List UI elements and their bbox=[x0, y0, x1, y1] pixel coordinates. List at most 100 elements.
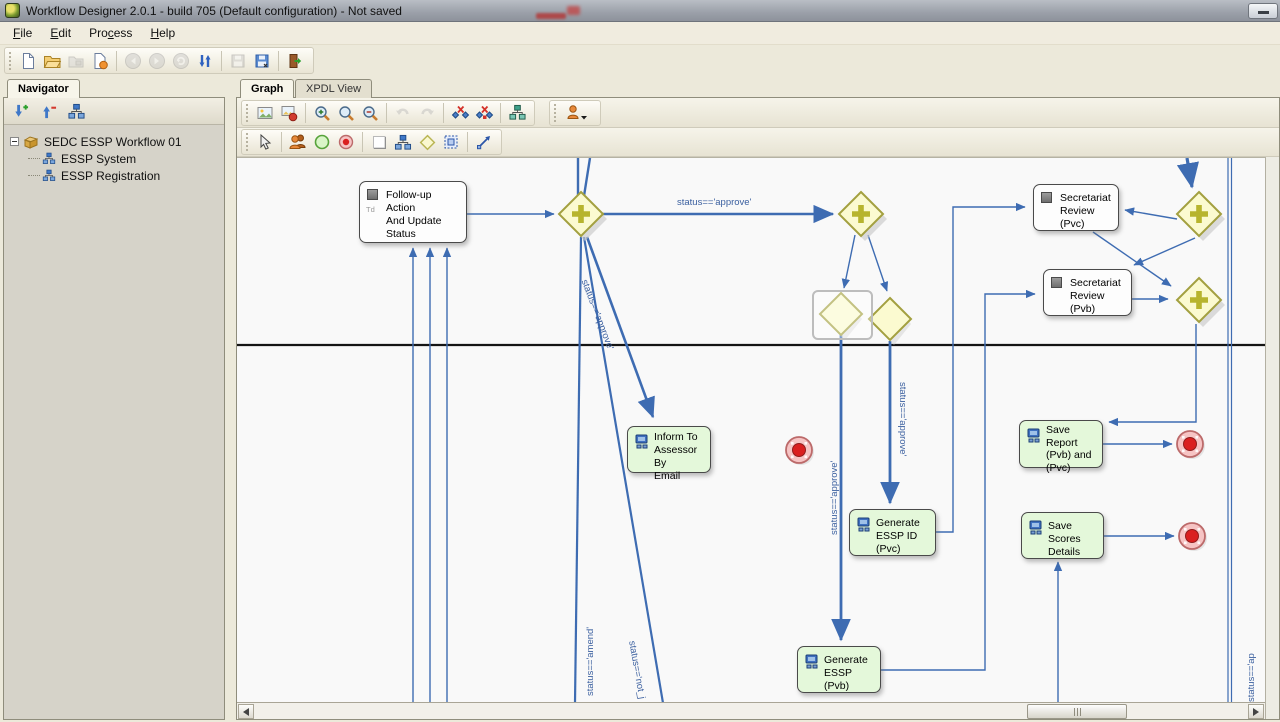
collapse-expander-icon[interactable] bbox=[10, 137, 19, 146]
tab-graph-label: Graph bbox=[251, 83, 283, 95]
menu-bar: File Edit Process Help bbox=[0, 22, 1280, 45]
gateway-parallel-4[interactable] bbox=[1177, 278, 1225, 327]
remove-points-icon[interactable] bbox=[448, 101, 472, 125]
navigator-tab-label: Navigator bbox=[18, 83, 69, 95]
move-up-remove-icon[interactable] bbox=[36, 99, 60, 123]
navigator-tab[interactable]: Navigator bbox=[7, 79, 80, 98]
select-tool-icon[interactable] bbox=[253, 130, 277, 154]
transition-gateway4-save-report[interactable] bbox=[1109, 324, 1196, 422]
toolbar-grip[interactable] bbox=[9, 52, 12, 70]
activity-secretariat-pvb[interactable]: Secretariat Review (Pvb) bbox=[1043, 269, 1132, 316]
manual-activity-icon bbox=[1051, 277, 1062, 288]
activity-tool-icon[interactable] bbox=[367, 130, 391, 154]
route-tool-icon[interactable] bbox=[415, 130, 439, 154]
transition-tool-icon[interactable] bbox=[472, 130, 496, 154]
activity-inform-assessor[interactable]: Inform To Assessor By Email bbox=[627, 426, 711, 473]
vertical-scrollbar[interactable] bbox=[1265, 157, 1279, 719]
activity-label: Generate bbox=[824, 654, 876, 667]
graph-toolbar-2 bbox=[237, 128, 1279, 157]
activity-save-report[interactable]: Save Report (Pvb) and (Pvc) bbox=[1019, 420, 1103, 468]
navigator-panel: Navigator SEDC ESSP Workflow 01 ESSP Sys… bbox=[3, 79, 225, 720]
activity-generate-essp-id[interactable]: Generate ESSP ID (Pvc) bbox=[849, 509, 936, 556]
zoom-out-icon[interactable] bbox=[358, 101, 382, 125]
menu-process[interactable]: Process bbox=[80, 24, 141, 42]
horizontal-scrollbar[interactable] bbox=[237, 702, 1265, 719]
activity-save-scores[interactable]: Save Scores Details bbox=[1021, 512, 1104, 559]
activity-label: Scores Details bbox=[1048, 533, 1099, 559]
route-activity-2[interactable] bbox=[869, 298, 911, 345]
new-document-icon[interactable] bbox=[16, 49, 40, 73]
menu-edit[interactable]: Edit bbox=[41, 24, 80, 42]
activity-label: (Pvc) bbox=[1046, 462, 1098, 475]
activity-label: And Update Status bbox=[386, 215, 462, 241]
tab-graph[interactable]: Graph bbox=[240, 79, 294, 98]
end-event-3[interactable] bbox=[1179, 523, 1207, 551]
system-activity-icon bbox=[1027, 428, 1041, 447]
tree-view-icon[interactable] bbox=[64, 99, 88, 123]
end-event-tool-icon[interactable] bbox=[334, 130, 358, 154]
transition-label: status=='approve' bbox=[897, 382, 908, 456]
save-as-icon[interactable] bbox=[250, 49, 274, 73]
workflow-canvas[interactable]: Td Follow-up Action And Update Status Se… bbox=[237, 157, 1266, 702]
transition-into-gateway3[interactable] bbox=[1187, 158, 1192, 187]
transition-generate-id-secretariat-pvc[interactable] bbox=[936, 207, 1025, 532]
start-event-tool-icon[interactable] bbox=[310, 130, 334, 154]
activity-label: Inform To bbox=[654, 431, 706, 444]
zoom-in-icon[interactable] bbox=[310, 101, 334, 125]
image-settings-icon[interactable] bbox=[277, 101, 301, 125]
refresh-icon bbox=[169, 49, 193, 73]
participant-tool-icon[interactable] bbox=[286, 130, 310, 154]
transition-gateway1-amend[interactable] bbox=[575, 237, 581, 702]
activity-followup[interactable]: Td Follow-up Action And Update Status bbox=[359, 181, 467, 243]
export-image-icon[interactable] bbox=[253, 101, 277, 125]
main-toolbar bbox=[0, 45, 1280, 76]
scroll-left-button[interactable] bbox=[238, 704, 254, 719]
transition-label: status=='approve' bbox=[829, 461, 840, 535]
minimize-button[interactable] bbox=[1248, 3, 1278, 19]
scrollbar-thumb[interactable] bbox=[1027, 704, 1127, 719]
activity-secretariat-pvc[interactable]: Secretariat Review (Pvc) bbox=[1033, 184, 1119, 231]
scroll-right-button[interactable] bbox=[1248, 704, 1264, 719]
zoom-actual-icon[interactable] bbox=[334, 101, 358, 125]
activity-label: Save Report bbox=[1046, 424, 1098, 449]
overview-tree-icon[interactable] bbox=[505, 101, 529, 125]
toolbar-grip[interactable] bbox=[246, 133, 249, 151]
end-event-1[interactable] bbox=[786, 437, 814, 465]
menu-help[interactable]: Help bbox=[141, 24, 184, 42]
transition-gateway2-route1[interactable] bbox=[844, 235, 855, 288]
exit-icon[interactable] bbox=[283, 49, 307, 73]
activity-label: Secretariat bbox=[1070, 277, 1127, 290]
toolbar-grip[interactable] bbox=[554, 104, 557, 122]
block-tool-icon[interactable] bbox=[439, 130, 463, 154]
system-activity-icon bbox=[805, 654, 819, 673]
configuration-sort-icon[interactable] bbox=[193, 49, 217, 73]
gateway-parallel-1[interactable] bbox=[559, 192, 607, 241]
tree-item-label: ESSP Registration bbox=[61, 169, 160, 183]
system-activity-icon bbox=[635, 434, 649, 453]
tree-root-row[interactable]: SEDC ESSP Workflow 01 bbox=[10, 133, 220, 150]
gateway-parallel-3[interactable] bbox=[1177, 192, 1225, 241]
tab-xpdl-view[interactable]: XPDL View bbox=[295, 79, 372, 98]
transition-gateway2-route2[interactable] bbox=[868, 235, 887, 291]
transition-into-gateway1-b[interactable] bbox=[584, 158, 590, 196]
end-event-2[interactable] bbox=[1177, 431, 1205, 459]
remove-all-points-icon[interactable] bbox=[472, 101, 496, 125]
participant-dropdown[interactable] bbox=[561, 101, 595, 125]
split-pane-divider[interactable] bbox=[225, 79, 236, 720]
tree-item-essp-system[interactable]: ESSP System bbox=[10, 150, 220, 167]
activity-generate-essp[interactable]: Generate ESSP (Pvb) bbox=[797, 646, 881, 693]
subflow-tool-icon[interactable] bbox=[391, 130, 415, 154]
transition-generate-essp-secretariat-pvb[interactable] bbox=[881, 294, 1035, 670]
save-package-icon bbox=[64, 49, 88, 73]
toolbar-grip[interactable] bbox=[246, 104, 249, 122]
open-package-icon[interactable] bbox=[40, 49, 64, 73]
graph-body: Td Follow-up Action And Update Status Se… bbox=[236, 97, 1280, 720]
close-package-icon[interactable] bbox=[88, 49, 112, 73]
transition-gateway3-secretariat-pvc[interactable] bbox=[1125, 210, 1177, 219]
gateway-parallel-2[interactable] bbox=[839, 192, 887, 241]
system-activity-icon bbox=[1029, 520, 1043, 539]
tree-item-essp-registration[interactable]: ESSP Registration bbox=[10, 167, 220, 184]
menu-file[interactable]: File bbox=[4, 24, 41, 42]
transition-gateway3-secretariat-pvb[interactable] bbox=[1134, 238, 1195, 265]
move-down-add-icon[interactable] bbox=[8, 99, 32, 123]
